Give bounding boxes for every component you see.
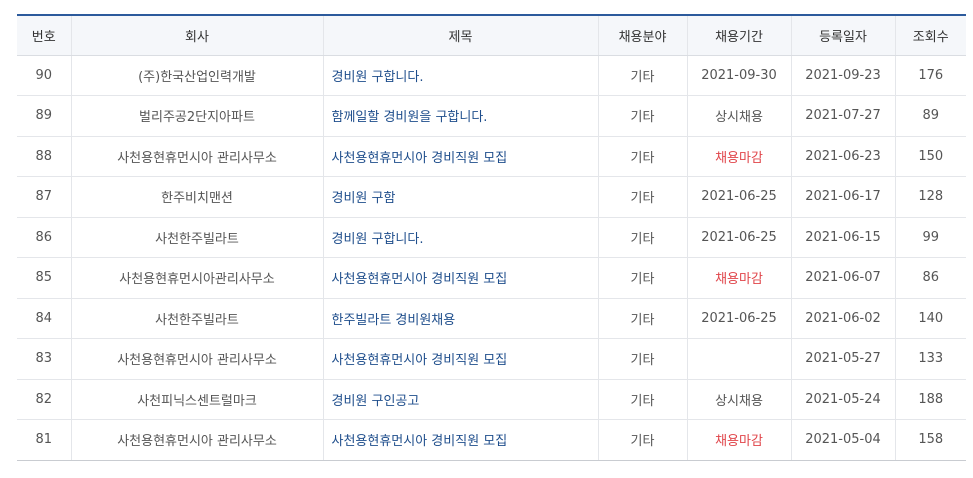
cell-number: 81 [17, 419, 71, 461]
table-header-row: 번호 회사 제목 채용분야 채용기간 등록일자 조회수 [17, 15, 966, 56]
cell-number: 85 [17, 257, 71, 299]
cell-title-link[interactable]: 한주빌라트 경비원채용 [322, 298, 598, 339]
table-row[interactable]: 81 사천용현휴먼시아 관리사무소 사천용현휴먼시아 경비직원 모집 기타 채용… [17, 419, 966, 461]
cell-title-link[interactable]: 사천용현휴먼시아 경비직원 모집 [322, 257, 598, 299]
header-field: 채용분야 [597, 15, 687, 56]
cell-company: 사천용현휴먼시아관리사무소 [70, 257, 323, 299]
cell-period: 채용마감 [686, 419, 791, 461]
cell-field: 기타 [597, 298, 687, 339]
table-row[interactable]: 85 사천용현휴먼시아관리사무소 사천용현휴먼시아 경비직원 모집 기타 채용마… [17, 257, 966, 299]
cell-title-link[interactable]: 사천용현휴먼시아 경비직원 모집 [322, 338, 598, 380]
cell-period: 2021-06-25 [686, 176, 791, 218]
cell-date: 2021-05-27 [790, 338, 895, 380]
cell-number: 84 [17, 298, 71, 339]
table-row[interactable]: 82 사천피닉스센트럴마크 경비원 구인공고 기타 상시채용 2021-05-2… [17, 379, 966, 420]
cell-views: 89 [894, 95, 966, 137]
cell-date: 2021-09-23 [790, 55, 895, 96]
table-row[interactable]: 84 사천한주빌라트 한주빌라트 경비원채용 기타 2021-06-25 202… [17, 298, 966, 339]
job-posting-table: 번호 회사 제목 채용분야 채용기간 등록일자 조회수 90 (주)한국산업인력… [17, 14, 966, 461]
cell-views: 133 [894, 338, 966, 380]
cell-date: 2021-06-17 [790, 176, 895, 218]
cell-field: 기타 [597, 55, 687, 96]
cell-views: 140 [894, 298, 966, 339]
cell-field: 기타 [597, 176, 687, 218]
cell-company: 사천피닉스센트럴마크 [70, 379, 323, 420]
header-views: 조회수 [894, 15, 966, 56]
table-row[interactable]: 83 사천용현휴먼시아 관리사무소 사천용현휴먼시아 경비직원 모집 기타 20… [17, 338, 966, 380]
cell-number: 83 [17, 338, 71, 380]
cell-company: 사천한주빌라트 [70, 298, 323, 339]
cell-company: 사천용현휴먼시아 관리사무소 [70, 419, 323, 461]
cell-title-link[interactable]: 경비원 구합니다. [322, 217, 598, 258]
cell-views: 176 [894, 55, 966, 96]
table-row[interactable]: 87 한주비치맨션 경비원 구함 기타 2021-06-25 2021-06-1… [17, 176, 966, 218]
header-date: 등록일자 [790, 15, 895, 56]
cell-field: 기타 [597, 136, 687, 177]
cell-company: (주)한국산업인력개발 [70, 55, 323, 96]
cell-period: 채용마감 [686, 136, 791, 177]
cell-period: 2021-06-25 [686, 217, 791, 258]
cell-company: 사천용현휴먼시아 관리사무소 [70, 338, 323, 380]
cell-title-link[interactable]: 함께일할 경비원을 구합니다. [322, 95, 598, 137]
cell-views: 86 [894, 257, 966, 299]
cell-field: 기타 [597, 217, 687, 258]
cell-field: 기타 [597, 95, 687, 137]
cell-title-link[interactable]: 사천용현휴먼시아 경비직원 모집 [322, 136, 598, 177]
cell-company: 한주비치맨션 [70, 176, 323, 218]
cell-date: 2021-05-04 [790, 419, 895, 461]
cell-date: 2021-07-27 [790, 95, 895, 137]
header-number: 번호 [17, 15, 71, 56]
cell-period: 채용마감 [686, 257, 791, 299]
cell-field: 기타 [597, 379, 687, 420]
table-row[interactable]: 86 사천한주빌라트 경비원 구합니다. 기타 2021-06-25 2021-… [17, 217, 966, 258]
cell-field: 기타 [597, 419, 687, 461]
cell-number: 88 [17, 136, 71, 177]
cell-number: 87 [17, 176, 71, 218]
cell-number: 86 [17, 217, 71, 258]
header-company: 회사 [70, 15, 323, 56]
table-row[interactable]: 88 사천용현휴먼시아 관리사무소 사천용현휴먼시아 경비직원 모집 기타 채용… [17, 136, 966, 177]
cell-period: 상시채용 [686, 379, 791, 420]
cell-period: 2021-09-30 [686, 55, 791, 96]
cell-number: 82 [17, 379, 71, 420]
cell-period: 상시채용 [686, 95, 791, 137]
cell-date: 2021-06-15 [790, 217, 895, 258]
cell-company: 사천용현휴먼시아 관리사무소 [70, 136, 323, 177]
table-row[interactable]: 90 (주)한국산업인력개발 경비원 구합니다. 기타 2021-09-30 2… [17, 55, 966, 96]
header-title: 제목 [322, 15, 598, 56]
cell-company: 사천한주빌라트 [70, 217, 323, 258]
cell-title-link[interactable]: 사천용현휴먼시아 경비직원 모집 [322, 419, 598, 461]
cell-date: 2021-06-23 [790, 136, 895, 177]
cell-views: 158 [894, 419, 966, 461]
cell-title-link[interactable]: 경비원 구합니다. [322, 55, 598, 96]
cell-title-link[interactable]: 경비원 구함 [322, 176, 598, 218]
cell-date: 2021-06-07 [790, 257, 895, 299]
cell-date: 2021-05-24 [790, 379, 895, 420]
cell-company: 벌리주공2단지아파트 [70, 95, 323, 137]
cell-date: 2021-06-02 [790, 298, 895, 339]
cell-number: 89 [17, 95, 71, 137]
cell-field: 기타 [597, 257, 687, 299]
cell-field: 기타 [597, 338, 687, 380]
cell-views: 99 [894, 217, 966, 258]
cell-title-link[interactable]: 경비원 구인공고 [322, 379, 598, 420]
cell-views: 128 [894, 176, 966, 218]
cell-views: 188 [894, 379, 966, 420]
header-period: 채용기간 [686, 15, 791, 56]
cell-period: 2021-06-25 [686, 298, 791, 339]
table-row[interactable]: 89 벌리주공2단지아파트 함께일할 경비원을 구합니다. 기타 상시채용 20… [17, 95, 966, 137]
cell-views: 150 [894, 136, 966, 177]
cell-period [686, 338, 791, 380]
cell-number: 90 [17, 55, 71, 96]
